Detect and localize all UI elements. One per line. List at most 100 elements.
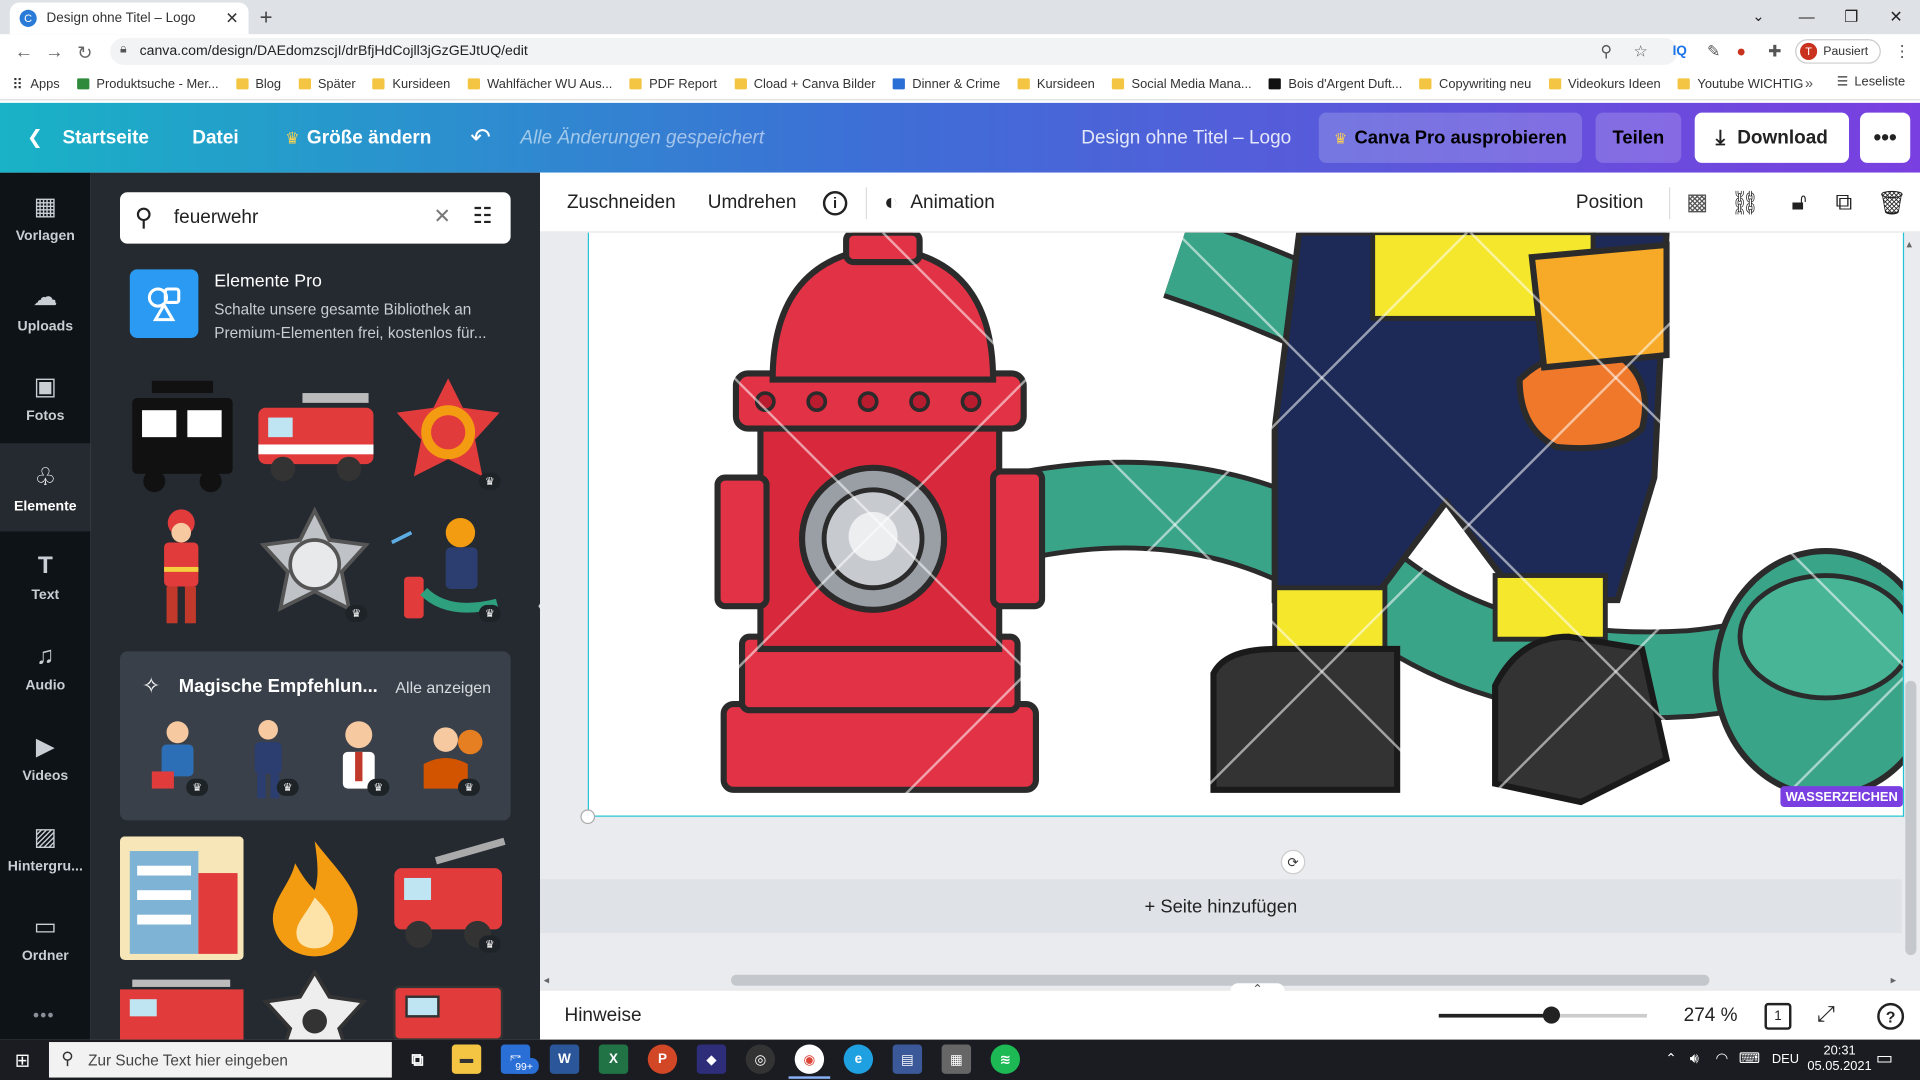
- extensions-puzzle-icon[interactable]: ✚: [1768, 42, 1781, 62]
- bookmark-folder[interactable]: Youtube WICHTIG: [1677, 77, 1803, 91]
- rail-item-fotos[interactable]: ▣ Fotos: [0, 353, 91, 441]
- element-search-input[interactable]: ⚲ feuerwehr ✕ ☷: [120, 192, 511, 244]
- element-fire-truck-red[interactable]: [253, 373, 377, 497]
- recommended-element[interactable]: ♛: [409, 715, 490, 803]
- bookmark-item[interactable]: Produktsuche - Mer...: [76, 77, 219, 91]
- transparency-icon[interactable]: ▩: [1686, 173, 1708, 233]
- spotify-icon[interactable]: ≋: [990, 1044, 1021, 1074]
- forward-icon[interactable]: →: [45, 42, 63, 63]
- bookmark-star-icon[interactable]: ☆: [1633, 42, 1647, 62]
- share-button[interactable]: Teilen: [1595, 112, 1682, 163]
- element-fire-badge-outline[interactable]: [253, 969, 377, 1040]
- task-view-icon[interactable]: ⧉: [403, 1044, 432, 1073]
- bookmark-folder[interactable]: Wahlfächer WU Aus...: [467, 77, 612, 91]
- zoom-icon[interactable]: ⚲: [1600, 42, 1612, 62]
- position-button[interactable]: Position: [1576, 173, 1644, 233]
- zoom-percentage[interactable]: 274 %: [1684, 1005, 1738, 1027]
- restore-icon[interactable]: ❐: [1844, 7, 1858, 27]
- zoom-slider[interactable]: [1438, 1006, 1647, 1024]
- animation-button[interactable]: ◐ Animation: [884, 173, 995, 233]
- back-icon[interactable]: ←: [15, 42, 33, 63]
- scroll-right-icon[interactable]: ▸: [1891, 973, 1897, 986]
- bookmark-item[interactable]: Dinner & Crime: [892, 77, 1000, 91]
- wifi-icon[interactable]: ◠: [1716, 1049, 1729, 1066]
- delete-trash-icon[interactable]: 🗑︎: [1877, 173, 1907, 233]
- word-icon[interactable]: W: [549, 1044, 580, 1074]
- bookmark-folder[interactable]: Später: [298, 77, 356, 91]
- rail-item-uploads[interactable]: ☁ Uploads: [0, 263, 91, 351]
- add-page-button[interactable]: + Seite hinzufügen: [540, 879, 1902, 934]
- extension-pin-icon[interactable]: ✎: [1707, 42, 1720, 62]
- bookmark-item[interactable]: Bois d'Argent Duft...: [1268, 77, 1402, 91]
- bookmark-folder[interactable]: Copywriting neu: [1419, 77, 1531, 91]
- bookmark-folder[interactable]: Cload + Canva Bilder: [734, 77, 876, 91]
- taskbar-clock[interactable]: 20:31 05.05.2021: [1807, 1043, 1871, 1075]
- language-indicator[interactable]: DEU: [1772, 1052, 1799, 1067]
- minimize-icon[interactable]: —: [1799, 7, 1815, 25]
- bookmark-folder[interactable]: Kursideen: [372, 77, 450, 91]
- extension-record-icon[interactable]: ●: [1736, 42, 1746, 60]
- rotate-handle-icon[interactable]: ⟳: [1280, 849, 1306, 875]
- bookmark-folder[interactable]: Social Media Mana...: [1111, 77, 1252, 91]
- reading-list-button[interactable]: ☰ Leseliste: [1837, 75, 1905, 90]
- close-tab-icon[interactable]: ✕: [225, 9, 238, 29]
- app-icon[interactable]: ◎: [745, 1044, 776, 1074]
- more-bookmarks-icon[interactable]: »: [1805, 75, 1813, 92]
- element-firefighter-red[interactable]: [120, 506, 244, 630]
- download-button[interactable]: ⤓ Download: [1694, 112, 1849, 163]
- rail-item-audio[interactable]: ♫ Audio: [0, 623, 91, 711]
- element-fire-truck-black[interactable]: [120, 373, 244, 497]
- rail-item-hintergrund[interactable]: ▨ Hintergru...: [0, 803, 91, 891]
- fullscreen-expand-icon[interactable]: ⤢: [1817, 1002, 1835, 1028]
- file-explorer-icon[interactable]: ▬: [451, 1044, 482, 1074]
- new-tab-icon[interactable]: +: [260, 5, 273, 31]
- resize-button[interactable]: ♛ Größe ändern: [285, 103, 431, 173]
- element-fire-truck-vintage[interactable]: [387, 970, 511, 1040]
- profile-button[interactable]: T Pausiert: [1795, 39, 1881, 64]
- recommended-element[interactable]: ♛: [318, 715, 399, 803]
- app-icon[interactable]: ▦: [941, 1044, 972, 1074]
- bookmark-folder[interactable]: Blog: [235, 77, 281, 91]
- info-button[interactable]: i: [822, 173, 848, 233]
- rail-item-videos[interactable]: ▶ Videos: [0, 713, 91, 801]
- rail-item-elemente[interactable]: ♧ Elemente: [0, 443, 91, 532]
- elements-pro-promo[interactable]: Elemente Pro Schalte unsere gesamte Bibl…: [120, 264, 511, 352]
- resize-handle[interactable]: [580, 809, 596, 825]
- vertical-scrollbar[interactable]: [1905, 680, 1917, 956]
- design-page[interactable]: [587, 232, 1905, 817]
- rail-item-vorlagen[interactable]: ▦ Vorlagen: [0, 173, 91, 261]
- app-icon[interactable]: ◆: [696, 1044, 727, 1074]
- chrome-icon[interactable]: ◉: [794, 1044, 825, 1074]
- scroll-up-icon[interactable]: ▴: [1907, 238, 1913, 251]
- element-fire-truck-side[interactable]: [120, 970, 244, 1040]
- more-apps-icon[interactable]: •••: [33, 1005, 55, 1025]
- notification-icon[interactable]: ▭: [1876, 1047, 1893, 1069]
- flip-button[interactable]: Umdrehen: [708, 173, 797, 233]
- bookmark-apps[interactable]: ⠿ Apps: [12, 75, 59, 92]
- recommended-element[interactable]: ♛: [137, 715, 218, 803]
- browser-menu-icon[interactable]: ⋮: [1894, 42, 1910, 62]
- powerpoint-icon[interactable]: P: [647, 1044, 678, 1074]
- lock-icon[interactable]: 🔓︎: [1791, 173, 1806, 233]
- url-field[interactable]: 🔒︎ canva.com/design/DAEdomzscjI/drBfjHdC…: [110, 37, 1678, 65]
- clear-search-icon[interactable]: ✕: [433, 204, 450, 228]
- crop-button[interactable]: Zuschneiden: [567, 173, 676, 233]
- extension-iq-icon[interactable]: IQ: [1673, 44, 1687, 59]
- design-title[interactable]: Design ohne Titel – Logo: [1081, 103, 1291, 173]
- firefighter-illustration[interactable]: [588, 232, 1904, 817]
- page-count-button[interactable]: 1: [1764, 1002, 1792, 1030]
- element-fire-dept-badge[interactable]: ♛: [387, 373, 511, 497]
- app-icon[interactable]: ▤: [892, 1044, 923, 1074]
- bookmark-folder[interactable]: PDF Report: [629, 77, 717, 91]
- recommended-element[interactable]: ♛: [228, 715, 309, 803]
- rail-item-text[interactable]: T Text: [0, 533, 91, 621]
- watermark-badge[interactable]: WASSERZEICHEN: [1780, 786, 1903, 807]
- help-button[interactable]: ?: [1877, 1002, 1905, 1030]
- keyboard-icon[interactable]: ⌨: [1739, 1049, 1760, 1066]
- filter-sliders-icon[interactable]: ☷: [473, 203, 493, 229]
- scroll-left-icon[interactable]: ◂: [544, 973, 550, 986]
- undo-icon[interactable]: ↶: [470, 103, 491, 173]
- element-firefighter-hydrant[interactable]: ♛: [387, 506, 511, 630]
- taskbar-search-input[interactable]: ⚲ Zur Suche Text hier eingeben: [48, 1042, 392, 1078]
- browser-tab[interactable]: C Design ohne Titel – Logo ✕: [9, 2, 249, 35]
